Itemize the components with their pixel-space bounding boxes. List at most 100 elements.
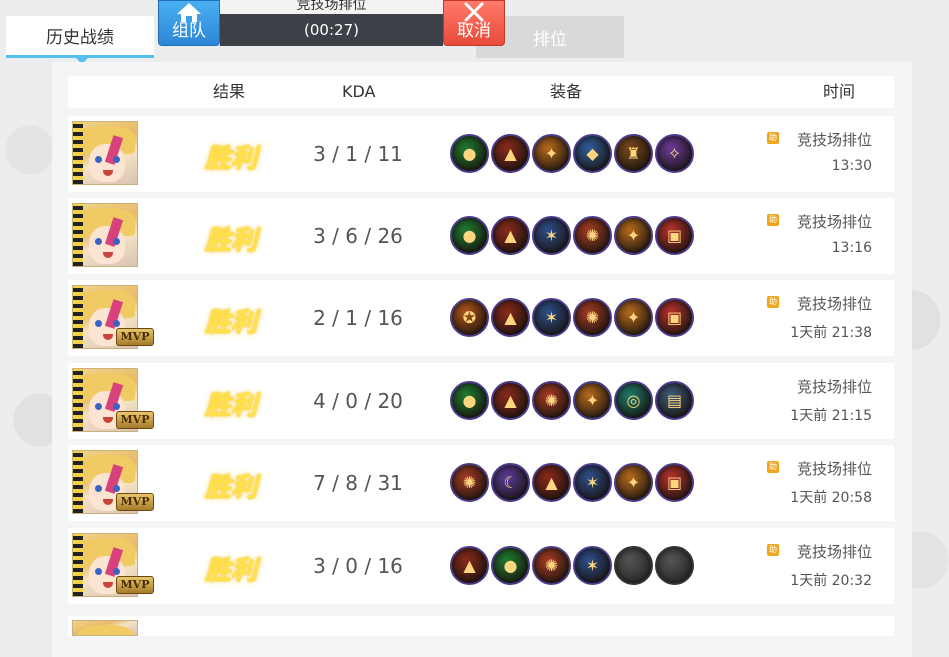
green-orb-icon[interactable]: ● bbox=[450, 381, 489, 420]
tab-history[interactable]: 历史战绩 bbox=[6, 16, 154, 64]
match-row[interactable]: MVP 胜利 2 / 1 / 16 ✪ ▲ ✶ ✺ ✦ ▣ 助 竞技场排位 1天前 21:38 bbox=[68, 280, 894, 356]
blue-crystal-icon[interactable]: ✶ bbox=[532, 298, 571, 337]
cancel-button[interactable]: 取消 bbox=[443, 0, 505, 46]
hero-avatar bbox=[72, 121, 138, 185]
kda-score: 7 / 8 / 31 bbox=[313, 471, 403, 495]
red-scroll-icon[interactable]: ▣ bbox=[655, 216, 694, 255]
red-gear-icon[interactable]: ✺ bbox=[532, 546, 571, 585]
match-result: 胜利 bbox=[204, 556, 257, 586]
mvp-badge: MVP bbox=[116, 411, 154, 429]
red-gear-icon[interactable]: ✺ bbox=[532, 381, 571, 420]
match-result: 胜利 bbox=[204, 226, 257, 256]
match-timer: (00:27) bbox=[220, 14, 443, 46]
match-mode: 竞技场排位 bbox=[796, 295, 872, 313]
match-row[interactable]: 胜利 3 / 6 / 26 ● ▲ ✶ ✺ ✦ ▣ 助 竞技场排位 13:16 bbox=[68, 198, 894, 274]
red-gear-icon[interactable]: ✺ bbox=[573, 216, 612, 255]
teal-ring-icon[interactable]: ◎ bbox=[614, 381, 653, 420]
match-time: 13:16 bbox=[831, 240, 872, 256]
purple-staff-icon[interactable]: ✧ bbox=[655, 134, 694, 173]
golden-relic-icon[interactable]: ✦ bbox=[614, 216, 653, 255]
equipment-list: ▲ ● ✺ ✶ bbox=[450, 546, 694, 586]
match-time: 1天前 21:38 bbox=[790, 325, 872, 341]
tab-history-label: 历史战绩 bbox=[46, 28, 114, 48]
red-boots-icon[interactable]: ▲ bbox=[491, 381, 530, 420]
matchmaking-bar: 组队 竞技场排位 (00:27) 取消 bbox=[158, 0, 505, 46]
match-time: 1天前 20:32 bbox=[790, 573, 872, 589]
equipment-list: ● ▲ ✺ ✦ ◎ ▤ bbox=[450, 381, 694, 421]
hero-avatar bbox=[72, 203, 138, 267]
equipment-list: ● ▲ ✶ ✺ ✦ ▣ bbox=[450, 216, 694, 256]
empty-slot-icon[interactable] bbox=[614, 546, 653, 585]
match-mode-title: 竞技场排位 bbox=[220, 0, 443, 14]
red-gear-icon[interactable]: ✺ bbox=[573, 298, 612, 337]
column-result: 结果 bbox=[213, 82, 246, 101]
assist-badge-icon: 助 bbox=[767, 461, 779, 473]
golden-relic-icon[interactable]: ✦ bbox=[573, 381, 612, 420]
mvp-badge: MVP bbox=[116, 328, 154, 346]
equipment-list: ✪ ▲ ✶ ✺ ✦ ▣ bbox=[450, 298, 694, 338]
match-status: 竞技场排位 (00:27) bbox=[220, 0, 443, 46]
match-result: 胜利 bbox=[204, 144, 257, 174]
match-row[interactable]: MVP 胜利 4 / 0 / 20 ● ▲ ✺ ✦ ◎ ▤ 竞技场排位 1天前 21:15 bbox=[68, 363, 894, 439]
match-row[interactable]: MVP 胜利 7 / 8 / 31 ✺ ☾ ▲ ✶ ✦ ▣ 助 竞技场排位 1天前 20:58 bbox=[68, 445, 894, 521]
golden-relic-icon[interactable]: ✦ bbox=[614, 298, 653, 337]
red-boots-icon[interactable]: ▲ bbox=[532, 463, 571, 502]
blue-crystal-icon[interactable]: ✶ bbox=[532, 216, 571, 255]
golden-relic-icon[interactable]: ✦ bbox=[614, 463, 653, 502]
match-row[interactable]: MVP 胜利 3 / 0 / 16 ▲ ● ✺ ✶ 助 竞技场排位 1天前 20:32 bbox=[68, 528, 894, 604]
match-history-panel: 结果 KDA 装备 时间 胜利 3 / 1 / 11 ● ▲ ✦ ◆ ♜ ✧ 助竞技场排位 13:… bbox=[52, 62, 912, 657]
red-boots-icon[interactable]: ▲ bbox=[450, 546, 489, 585]
green-orb-icon[interactable]: ● bbox=[450, 134, 489, 173]
blue-armor-icon[interactable]: ◆ bbox=[573, 134, 612, 173]
partial-match-row[interactable] bbox=[68, 616, 894, 636]
kda-score: 4 / 0 / 20 bbox=[313, 389, 403, 413]
kda-score: 3 / 0 / 16 bbox=[313, 554, 403, 578]
kda-score: 3 / 6 / 26 bbox=[313, 224, 403, 248]
equipment-list: ✺ ☾ ▲ ✶ ✦ ▣ bbox=[450, 463, 694, 503]
red-scroll-icon[interactable]: ▣ bbox=[655, 298, 694, 337]
match-mode: 竞技场排位 bbox=[796, 213, 872, 231]
red-boots-icon[interactable]: ▲ bbox=[491, 298, 530, 337]
team-button[interactable]: 组队 bbox=[158, 0, 220, 46]
match-time: 1天前 21:15 bbox=[790, 408, 872, 424]
match-result: 胜利 bbox=[204, 391, 257, 421]
match-row[interactable]: 胜利 3 / 1 / 11 ● ▲ ✦ ◆ ♜ ✧ 助 竞技场排位 13:30 bbox=[68, 116, 894, 192]
match-result: 胜利 bbox=[204, 473, 257, 503]
kda-score: 2 / 1 / 16 bbox=[313, 306, 403, 330]
bronze-helm-icon[interactable]: ♜ bbox=[614, 134, 653, 173]
steel-tome-icon[interactable]: ▤ bbox=[655, 381, 694, 420]
golden-relic-icon[interactable]: ✦ bbox=[532, 134, 571, 173]
red-boots-icon[interactable]: ▲ bbox=[491, 134, 530, 173]
column-kda: KDA bbox=[342, 82, 376, 101]
mvp-badge: MVP bbox=[116, 493, 154, 511]
blue-crystal-icon[interactable]: ✶ bbox=[573, 546, 612, 585]
match-mode: 竞技场排位 bbox=[796, 378, 872, 396]
purple-horn-icon[interactable]: ☾ bbox=[491, 463, 530, 502]
table-header: 结果 KDA 装备 时间 bbox=[68, 76, 894, 108]
blue-crystal-icon[interactable]: ✶ bbox=[573, 463, 612, 502]
assist-badge-icon: 助 bbox=[767, 296, 779, 308]
home-icon bbox=[177, 3, 201, 22]
match-time: 13:30 bbox=[831, 158, 872, 174]
match-result: 胜利 bbox=[204, 308, 257, 338]
close-icon bbox=[464, 2, 484, 22]
column-time: 时间 bbox=[823, 82, 856, 101]
assist-badge-icon: 助 bbox=[767, 214, 779, 226]
match-mode: 竞技场排位 bbox=[796, 131, 872, 149]
equipment-list: ● ▲ ✦ ◆ ♜ ✧ bbox=[450, 134, 694, 174]
assist-badge-icon: 助 bbox=[767, 544, 779, 556]
red-gear-icon[interactable]: ✺ bbox=[450, 463, 489, 502]
match-time: 1天前 20:58 bbox=[790, 490, 872, 506]
empty-slot-icon[interactable] bbox=[655, 546, 694, 585]
assist-badge-icon: 助 bbox=[767, 132, 779, 144]
match-mode: 竞技场排位 bbox=[796, 543, 872, 561]
red-scroll-icon[interactable]: ▣ bbox=[655, 463, 694, 502]
orange-gauntlet-icon[interactable]: ✪ bbox=[450, 298, 489, 337]
green-orb-icon[interactable]: ● bbox=[491, 546, 530, 585]
tab-rank-label: 排位 bbox=[533, 29, 567, 50]
green-orb-icon[interactable]: ● bbox=[450, 216, 489, 255]
mvp-badge: MVP bbox=[116, 576, 154, 594]
kda-score: 3 / 1 / 11 bbox=[313, 142, 403, 166]
hero-avatar bbox=[72, 620, 138, 636]
red-boots-icon[interactable]: ▲ bbox=[491, 216, 530, 255]
